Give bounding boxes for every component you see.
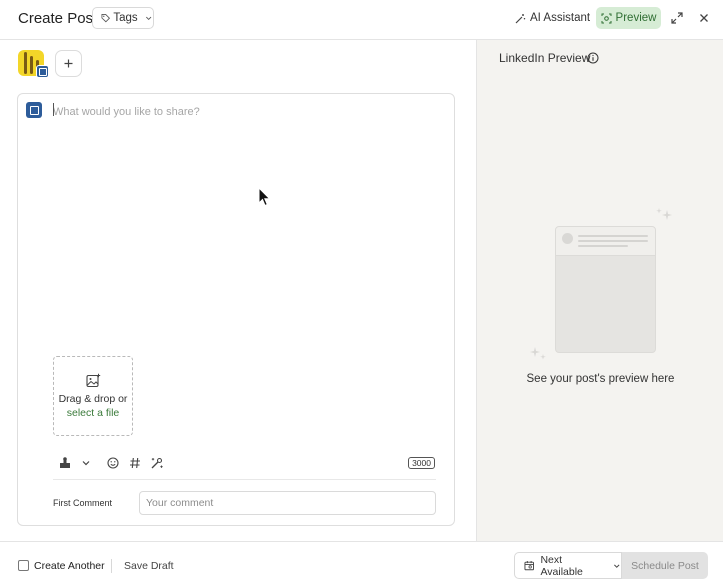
ai-sparkle-icon[interactable] bbox=[150, 456, 164, 470]
sparkle-icon bbox=[656, 208, 672, 220]
placeholder-line bbox=[578, 240, 648, 242]
header-bar: Create Post Tags AI Assistant Preview bbox=[0, 0, 723, 40]
tags-button[interactable]: Tags bbox=[92, 7, 154, 29]
close-icon[interactable] bbox=[697, 11, 711, 25]
preview-empty-text: See your post's preview here bbox=[526, 373, 675, 385]
dropzone-text: Drag & drop or bbox=[58, 393, 128, 405]
placeholder-line bbox=[578, 235, 648, 237]
save-draft-button[interactable]: Save Draft bbox=[124, 560, 174, 572]
add-account-button[interactable] bbox=[55, 50, 82, 77]
ai-assistant-button[interactable]: AI Assistant bbox=[515, 7, 590, 29]
stamp-icon[interactable] bbox=[58, 456, 72, 470]
page-title: Create Post bbox=[18, 10, 98, 27]
post-text-input[interactable] bbox=[53, 102, 443, 122]
avatar-pattern bbox=[30, 56, 33, 74]
avatar-pattern bbox=[24, 52, 27, 74]
ai-assistant-label: AI Assistant bbox=[530, 12, 591, 24]
sparkle-icon bbox=[530, 347, 546, 360]
first-comment-label: First Comment bbox=[53, 498, 113, 508]
chevron-down-icon bbox=[145, 16, 151, 21]
expand-icon[interactable] bbox=[670, 11, 684, 25]
mouse-cursor-icon bbox=[258, 187, 271, 207]
emoji-icon[interactable] bbox=[106, 456, 120, 470]
footer-bar: Create Another Save Draft Next Available… bbox=[0, 541, 723, 585]
linkedin-icon bbox=[26, 102, 42, 118]
select-file-link[interactable]: select a file bbox=[67, 407, 120, 419]
preview-panel-title: LinkedIn Preview bbox=[499, 51, 591, 65]
image-add-icon bbox=[85, 373, 100, 388]
media-dropzone[interactable]: Drag & drop or select a file bbox=[53, 356, 133, 436]
chevron-down-icon[interactable] bbox=[79, 456, 93, 470]
next-available-label: Next Available bbox=[540, 553, 583, 578]
schedule-post-button[interactable]: Schedule Post bbox=[622, 552, 708, 579]
linkedin-preview-panel: LinkedIn Preview See your post's preview… bbox=[476, 40, 723, 541]
footer-divider bbox=[111, 559, 112, 573]
next-available-dropdown[interactable]: Next Available bbox=[514, 552, 622, 579]
info-icon[interactable] bbox=[587, 52, 599, 64]
create-another-checkbox[interactable] bbox=[18, 560, 29, 571]
preview-placeholder-card bbox=[555, 226, 656, 353]
plus-icon bbox=[64, 59, 73, 68]
calendar-icon bbox=[524, 561, 534, 571]
composer-toolbar: 3000 bbox=[53, 452, 436, 474]
preview-label: Preview bbox=[615, 12, 657, 24]
first-comment-input[interactable] bbox=[139, 491, 436, 515]
text-caret bbox=[53, 103, 54, 116]
placeholder-line bbox=[578, 245, 628, 247]
create-another-label[interactable]: Create Another bbox=[34, 560, 105, 572]
chevron-down-icon bbox=[613, 564, 619, 568]
post-composer: Drag & drop or select a file 3000 First … bbox=[17, 93, 455, 526]
preview-button[interactable]: Preview bbox=[596, 7, 661, 29]
tags-label: Tags bbox=[113, 12, 138, 24]
wand-icon bbox=[515, 13, 526, 23]
linkedin-badge-icon bbox=[36, 65, 49, 78]
preview-icon bbox=[601, 13, 612, 23]
placeholder-card-header bbox=[556, 227, 655, 256]
toolbar-divider bbox=[53, 479, 436, 480]
tag-icon bbox=[101, 14, 111, 23]
placeholder-avatar bbox=[562, 233, 573, 244]
character-count: 3000 bbox=[408, 457, 435, 469]
hashtag-icon[interactable] bbox=[128, 456, 142, 470]
